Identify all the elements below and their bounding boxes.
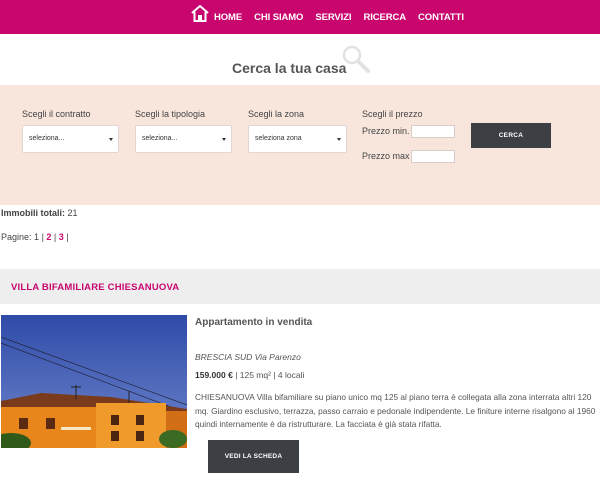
type-label: Scegli la tipologia [135, 109, 206, 119]
magnifier-icon [342, 45, 370, 73]
price-min-label: Prezzo min. [362, 126, 410, 136]
listing-header: VILLA BIFAMILIARE CHIESANUOVA [0, 269, 600, 304]
chevron-down-icon [109, 138, 113, 141]
listing-price: 159.000 € [195, 370, 233, 380]
pagination: Pagine: 1 | 2 | 3 | [1, 232, 69, 242]
nav-contatti[interactable]: CONTATTI [418, 12, 464, 23]
results-total-label: Immobili totali: [1, 208, 65, 218]
results-total-value: 21 [67, 208, 78, 218]
zone-label: Scegli la zona [248, 109, 305, 119]
nav-home[interactable]: HOME [214, 12, 242, 23]
listing-description: CHIESANUOVA Villa bifamiliare su piano u… [195, 392, 596, 429]
house-icon[interactable] [191, 5, 209, 22]
price-label: Scegli il prezzo [362, 109, 423, 119]
listing-type: Appartamento in vendita [195, 317, 313, 328]
nav-servizi[interactable]: SERVIZI [315, 12, 351, 23]
chevron-down-icon [222, 138, 226, 141]
pagination-label: Pagine: [1, 232, 32, 242]
price-max-input[interactable] [411, 150, 455, 163]
top-nav-bar: HOME CHI SIAMO SERVIZI RICERCA CONTATTI [0, 0, 600, 34]
contract-select[interactable]: seleziona... [22, 125, 119, 153]
chevron-down-icon [337, 138, 341, 141]
type-select-value: seleziona... [142, 135, 178, 142]
listing-specs-text: | 125 mq² | 4 locali [232, 370, 305, 380]
pagination-link-2[interactable]: 2 [46, 232, 51, 242]
listing-title[interactable]: VILLA BIFAMILIARE CHIESANUOVA [11, 282, 179, 293]
price-min-input[interactable] [411, 125, 455, 138]
listing-photo[interactable] [1, 315, 187, 448]
results-total: Immobili totali: 21 [1, 208, 78, 218]
zone-select[interactable]: seleziona zona [248, 125, 347, 153]
nav-chi-siamo[interactable]: CHI SIAMO [254, 12, 303, 23]
search-button[interactable]: CERCA [471, 123, 551, 148]
contract-label: Scegli il contratto [22, 109, 91, 119]
contract-select-value: seleziona... [29, 135, 65, 142]
pagination-current: 1 [34, 232, 40, 242]
nav-ricerca[interactable]: RICERCA [363, 12, 406, 23]
listing-location: BRESCIA SUD Via Parenzo [195, 352, 301, 362]
zone-select-value: seleziona zona [255, 135, 302, 142]
pagination-link-3[interactable]: 3 [59, 232, 64, 242]
view-details-button[interactable]: VEDI LA SCHEDA [208, 440, 299, 473]
type-select[interactable]: seleziona... [135, 125, 232, 153]
listing-specs: 159.000 € | 125 mq² | 4 locali [195, 370, 304, 380]
main-menu: HOME CHI SIAMO SERVIZI RICERCA CONTATTI [214, 12, 476, 23]
price-max-label: Prezzo max [362, 151, 410, 161]
search-title: Cerca la tua casa [232, 60, 347, 76]
